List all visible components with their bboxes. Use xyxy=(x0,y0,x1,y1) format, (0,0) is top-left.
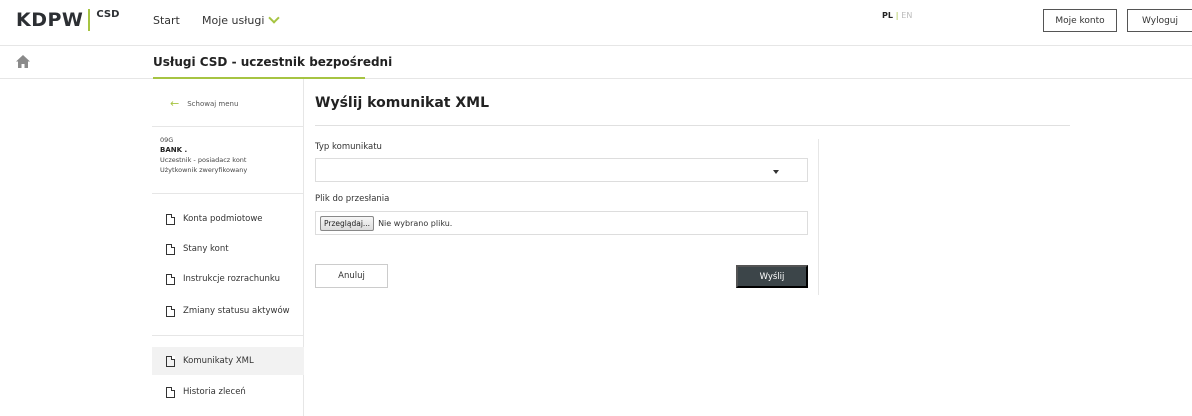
logo-text: KDPW xyxy=(16,9,84,31)
divider xyxy=(152,335,304,336)
sidebar: ← Schowaj menu 09G BANK . Uczestnik - po… xyxy=(152,79,304,416)
document-icon xyxy=(166,273,175,285)
user-code: 09G xyxy=(160,136,174,144)
user-role: Uczestnik - posiadacz kont xyxy=(160,156,247,164)
message-type-label: Typ komunikatu xyxy=(315,142,382,152)
sidebar-item-zmiany-statusu-aktywow[interactable]: Zmiany statusu aktywów xyxy=(152,297,304,325)
user-status: Użytkownik zweryfikowany xyxy=(160,166,248,174)
divider xyxy=(152,126,304,127)
sidebar-item-label: Konta podmiotowe xyxy=(183,214,263,224)
chevron-down-icon xyxy=(268,12,281,24)
nav-my-services[interactable]: Moje usługi xyxy=(202,12,281,27)
browse-button[interactable]: Przeglądaj... xyxy=(320,215,375,231)
sidebar-item-stany-kont[interactable]: Stany kont xyxy=(152,235,304,263)
nav-my-services-label: Moje usługi xyxy=(202,14,265,27)
form-divider xyxy=(818,139,819,295)
sidebar-item-label: Instrukcje rozrachunku xyxy=(183,274,280,284)
language-switcher: PL | EN xyxy=(882,11,912,20)
sidebar-item-komunikaty-xml[interactable]: Komunikaty XML xyxy=(152,347,304,375)
logo-divider xyxy=(88,9,91,31)
top-header: KDPW CSD Start Moje usługi PL | EN Moje … xyxy=(0,0,1192,46)
cancel-button[interactable]: Anuluj xyxy=(315,264,388,288)
sidebar-item-label: Zmiany statusu aktywów xyxy=(183,306,290,316)
file-label: Plik do przesłania xyxy=(315,194,390,204)
hide-menu-button[interactable]: ← Schowaj menu xyxy=(170,97,238,110)
document-icon xyxy=(166,386,175,398)
hide-menu-label: Schowaj menu xyxy=(187,99,239,108)
file-status: Nie wybrano pliku. xyxy=(378,218,453,228)
sidebar-item-konta-podmiotowe[interactable]: Konta podmiotowe xyxy=(152,205,304,233)
logout-button[interactable]: Wyloguj xyxy=(1127,9,1192,32)
lang-pl[interactable]: PL xyxy=(882,11,893,20)
file-input[interactable]: Przeglądaj... Nie wybrano pliku. xyxy=(315,211,808,235)
divider xyxy=(152,193,304,194)
document-icon xyxy=(166,305,175,317)
document-icon xyxy=(166,213,175,225)
sidebar-item-instrukcje-rozrachunku[interactable]: Instrukcje rozrachunku xyxy=(152,265,304,293)
divider xyxy=(315,125,1070,126)
sidebar-item-label: Stany kont xyxy=(183,244,229,254)
sidebar-item-label: Historia zleceń xyxy=(183,387,246,397)
page-title: Wyślij komunikat XML xyxy=(315,95,490,111)
logo-sub: CSD xyxy=(96,9,120,20)
breadcrumb-title: Usługi CSD - uczestnik bezpośredni xyxy=(153,55,393,69)
breadcrumb: Usługi CSD - uczestnik bezpośredni xyxy=(0,46,1192,79)
document-icon xyxy=(166,243,175,255)
arrow-left-icon: ← xyxy=(170,97,180,110)
my-account-button[interactable]: Moje konto xyxy=(1043,9,1117,32)
nav-start[interactable]: Start xyxy=(153,14,180,27)
message-type-select[interactable] xyxy=(315,158,808,182)
caret-down-icon xyxy=(773,170,779,174)
lang-separator: | xyxy=(895,11,899,20)
sidebar-item-historia-zlecen[interactable]: Historia zleceń xyxy=(152,378,304,406)
kdpw-logo[interactable]: KDPW CSD xyxy=(16,8,119,32)
document-icon xyxy=(166,355,175,367)
home-icon[interactable] xyxy=(16,55,30,68)
user-info: 09G BANK . Uczestnik - posiadacz kont Uż… xyxy=(160,135,247,175)
send-button[interactable]: Wyślij xyxy=(736,265,808,288)
sidebar-item-label: Komunikaty XML xyxy=(183,356,254,366)
lang-en[interactable]: EN xyxy=(901,11,912,20)
user-bank: BANK . xyxy=(160,146,188,154)
